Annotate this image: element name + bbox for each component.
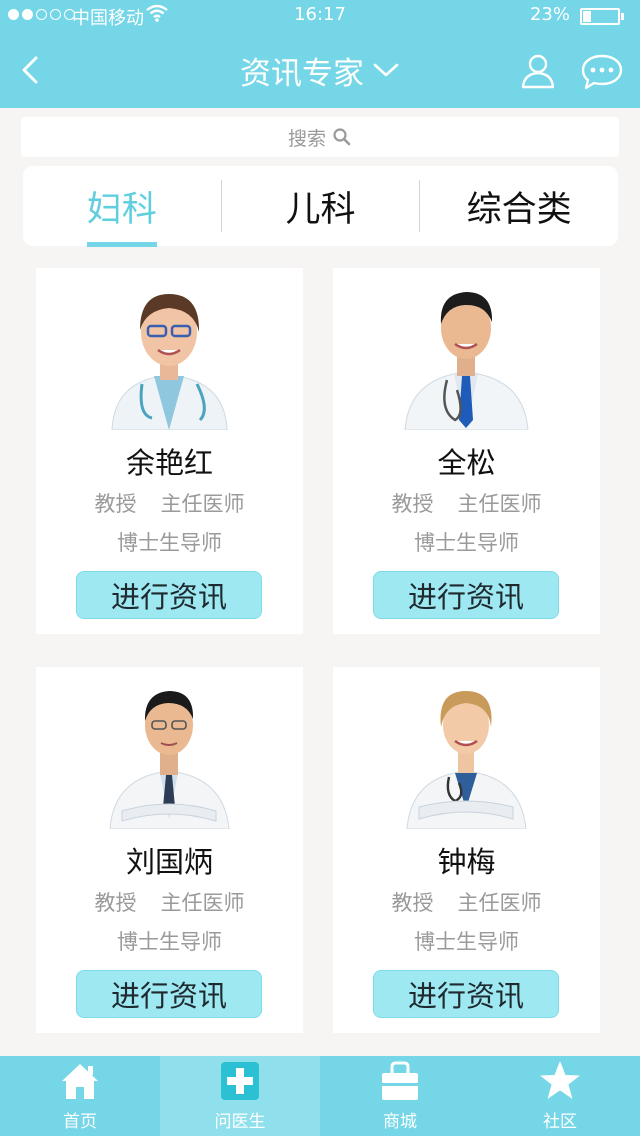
medical-cross-icon bbox=[221, 1062, 259, 1100]
expert-rank: 教授 bbox=[391, 492, 434, 516]
battery-icon bbox=[580, 8, 624, 25]
chevron-left-icon bbox=[22, 56, 38, 84]
status-bar: 中国移动 16:17 23% bbox=[0, 0, 640, 32]
expert-card[interactable]: 刘国炳 教授 主任医师 博士生导师 进行资讯 bbox=[36, 667, 303, 1033]
expert-rank: 教授 bbox=[94, 891, 137, 915]
doctor-photo bbox=[109, 691, 230, 829]
consult-button[interactable]: 进行资讯 bbox=[76, 571, 262, 619]
battery-fill bbox=[583, 11, 591, 22]
header: 中国移动 16:17 23% 资讯专家 bbox=[0, 0, 640, 108]
tab-general[interactable]: 综合类 bbox=[420, 166, 618, 246]
expert-titles: 教授 主任医师 bbox=[333, 887, 600, 917]
consult-button[interactable]: 进行资讯 bbox=[373, 970, 559, 1018]
back-button[interactable] bbox=[12, 48, 52, 92]
expert-titles: 教授 主任医师 bbox=[36, 488, 303, 518]
doctor-photo bbox=[404, 292, 529, 430]
expert-position: 主任医师 bbox=[160, 492, 245, 516]
user-icon bbox=[521, 54, 555, 89]
expert-card[interactable]: 钟梅 教授 主任医师 博士生导师 进行资讯 bbox=[333, 667, 600, 1033]
expert-supervisor: 博士生导师 bbox=[117, 531, 222, 555]
star-icon bbox=[540, 1061, 580, 1099]
tabbar-label: 社区 bbox=[543, 1112, 577, 1132]
consult-button[interactable]: 进行资讯 bbox=[76, 970, 262, 1018]
message-button[interactable] bbox=[580, 52, 624, 92]
expert-name: 全松 bbox=[437, 446, 496, 480]
page-title: 资讯专家 bbox=[240, 55, 364, 92]
expert-name: 钟梅 bbox=[437, 845, 496, 879]
doctor-photo bbox=[406, 691, 527, 829]
expert-rank: 教授 bbox=[94, 492, 137, 516]
expert-position: 主任医师 bbox=[457, 492, 542, 516]
home-icon bbox=[62, 1064, 98, 1099]
expert-position: 主任医师 bbox=[457, 891, 542, 915]
expert-name: 刘国炳 bbox=[125, 845, 213, 879]
chevron-down-icon bbox=[373, 63, 399, 77]
expert-supervisor: 博士生导师 bbox=[117, 930, 222, 954]
tabbar-item-shop[interactable]: 商城 bbox=[320, 1056, 480, 1136]
nav-title-dropdown[interactable]: 资讯专家 bbox=[200, 48, 440, 92]
chat-bubble-icon bbox=[581, 54, 623, 90]
expert-position: 主任医师 bbox=[160, 891, 245, 915]
expert-rank: 教授 bbox=[391, 891, 434, 915]
expert-supervisor: 博士生导师 bbox=[414, 531, 519, 555]
tab-pediatrics[interactable]: 儿科 bbox=[222, 166, 420, 246]
tab-gynecology[interactable]: 妇科 bbox=[23, 166, 221, 246]
search-icon bbox=[333, 128, 351, 146]
expert-titles: 教授 主任医师 bbox=[36, 887, 303, 917]
tabbar-item-ask-doctor[interactable]: 问医生 bbox=[160, 1056, 320, 1136]
tabbar-item-home[interactable]: 首页 bbox=[0, 1056, 160, 1136]
tabbar-label: 问医生 bbox=[214, 1112, 266, 1132]
expert-supervisor: 博士生导师 bbox=[414, 930, 519, 954]
shopping-bag-icon bbox=[382, 1061, 418, 1100]
user-button[interactable] bbox=[518, 50, 558, 90]
tabbar-item-community[interactable]: 社区 bbox=[480, 1056, 640, 1136]
expert-name: 余艳红 bbox=[125, 446, 213, 480]
bottom-tab-bar: 首页 问医生 商城 社区 bbox=[0, 1056, 640, 1136]
category-tabs: 妇科 儿科 综合类 bbox=[23, 166, 618, 246]
consult-button[interactable]: 进行资讯 bbox=[373, 571, 559, 619]
expert-titles: 教授 主任医师 bbox=[333, 488, 600, 518]
tabbar-label: 首页 bbox=[63, 1112, 97, 1132]
search-placeholder: 搜索 bbox=[287, 127, 326, 150]
expert-card[interactable]: 余艳红 教授 主任医师 博士生导师 进行资讯 bbox=[36, 268, 303, 634]
expert-card[interactable]: 全松 教授 主任医师 博士生导师 进行资讯 bbox=[333, 268, 600, 634]
battery-percent: 23% bbox=[529, 4, 570, 25]
tabbar-label: 商城 bbox=[383, 1112, 417, 1132]
doctor-photo bbox=[111, 294, 228, 430]
search-input[interactable]: 搜索 bbox=[21, 117, 619, 157]
